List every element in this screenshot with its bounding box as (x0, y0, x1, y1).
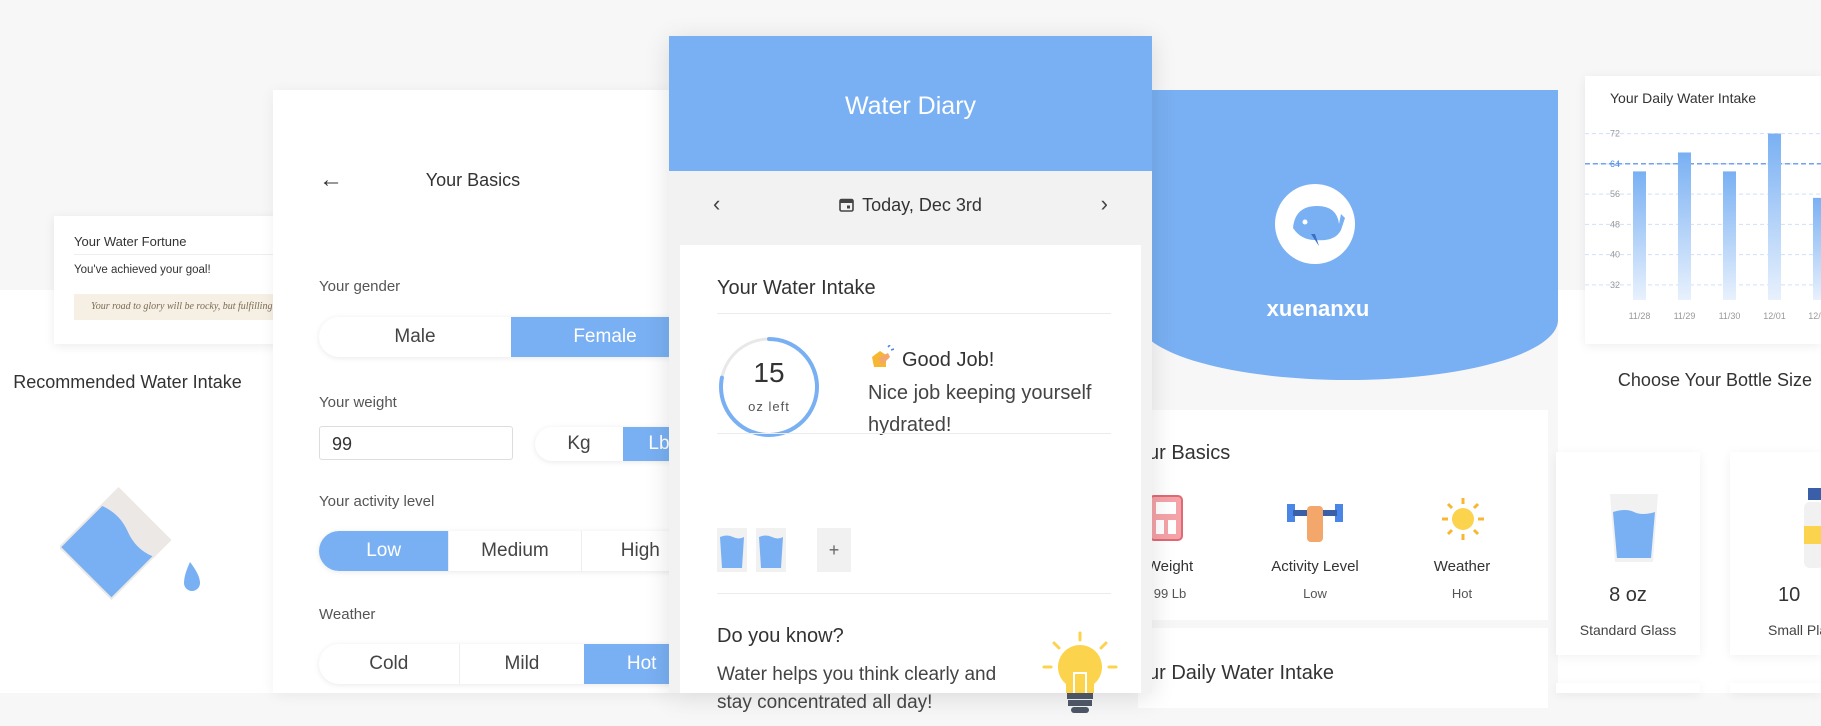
x-tick-label: 12/01 (1763, 311, 1786, 321)
x-tick-label: 12/02 (1808, 311, 1821, 321)
activity-label: Your activity level (319, 493, 435, 510)
glass-icon (1608, 492, 1660, 569)
fortune-message: You've achieved your goal! (74, 264, 211, 276)
daily-intake-bar-chart: 32404856647211/2811/2911/3012/0112/02 (1585, 129, 1821, 321)
profile-activity-value: Low (1303, 586, 1327, 601)
water-cup-icon[interactable] (756, 528, 786, 577)
activity-selector: Low Medium High (319, 531, 699, 571)
good-job-message: Nice job keeping yourself hydrated! (868, 382, 1092, 436)
weight-label: Your weight (319, 394, 397, 411)
calendar-icon (839, 198, 854, 212)
page-title: Your Basics (425, 170, 521, 190)
date-display[interactable]: Today, Dec 3rd (669, 195, 1152, 216)
diary-title: Water Diary (844, 92, 977, 120)
date-navigator: ‹ Today, Dec 3rd › (669, 171, 1152, 243)
gender-label: Your gender (319, 278, 401, 295)
gender-option-male[interactable]: Male (319, 317, 511, 357)
bar (1678, 152, 1691, 300)
water-intake-card: Your Water Intake 15 oz left Good Job! N… (680, 245, 1141, 713)
x-tick-label: 11/30 (1719, 311, 1741, 321)
date-text: Today, Dec 3rd (862, 195, 982, 215)
divider (717, 313, 1111, 314)
whale-icon (1293, 206, 1345, 246)
divider (717, 593, 1111, 594)
bar (1633, 171, 1646, 300)
your-basics-panel: ← Your Basics Your gender Male Female Yo… (273, 90, 699, 693)
oz-left-progress-ring: 15 oz left (717, 335, 821, 439)
pouring-glass-illustration (58, 480, 210, 610)
diary-header: Water Diary (669, 36, 1152, 171)
weather-option-mild[interactable]: Mild (460, 644, 585, 684)
divider (717, 433, 1111, 434)
bottle-option-standard-glass[interactable]: 8 oz Standard Glass (1556, 452, 1700, 655)
y-tick-label: 56 (1610, 189, 1620, 199)
water-diary-screen: Water Diary ‹ Today, Dec 3rd › Your Wate… (669, 36, 1152, 713)
daily-intake-summary-card: ur Daily Water Intake (1138, 628, 1548, 708)
light-bulb-icon (1040, 631, 1120, 726)
bar (1768, 133, 1781, 300)
bar (1813, 197, 1821, 300)
fortune-title: Your Water Fortune (74, 234, 187, 249)
next-day-chevron-icon[interactable]: › (1101, 191, 1108, 217)
bar (1723, 171, 1736, 300)
bottle-option-card[interactable] (1556, 683, 1700, 693)
bottle-size-name: Small Plas (1768, 622, 1821, 638)
unit-option-kg[interactable]: Kg (535, 427, 623, 461)
do-you-know-title: Do you know? (717, 625, 844, 647)
daily-water-intake-chart-card: Your Daily Water Intake 32 40 48 56 64 72 11/2… (1585, 76, 1821, 344)
fortune-quote: Your road to glory will be rocky, but fu… (74, 294, 292, 320)
username: xuenanxu (1266, 296, 1370, 321)
avatar[interactable] (1275, 184, 1355, 264)
basics-summary-title: ur Basics (1148, 442, 1231, 464)
sun-icon (1440, 496, 1486, 547)
bottle-size-value: 8 oz (1609, 584, 1647, 606)
clapping-hands-icon (872, 344, 895, 367)
weather-label: Weather (319, 606, 376, 623)
recommended-intake-title: Recommended Water Intake (13, 372, 242, 392)
oz-left-unit: oz left (748, 399, 790, 414)
daily-intake-summary-title: ur Daily Water Intake (1148, 662, 1334, 684)
y-tick-label: 40 (1610, 250, 1620, 260)
bottle-option-small-plastic[interactable]: 10 Small Plas (1730, 452, 1821, 655)
weather-selector: Cold Mild Hot (319, 644, 699, 684)
do-you-know-text: Water helps you think clearly and stay c… (717, 664, 997, 713)
dumbbell-icon (1285, 494, 1345, 549)
gender-selector: Male Female (319, 317, 699, 357)
x-tick-label: 11/28 (1629, 311, 1651, 321)
x-tick-label: 11/29 (1674, 311, 1696, 321)
profile-weather-value: Hot (1451, 586, 1473, 601)
weather-option-cold[interactable]: Cold (319, 644, 460, 684)
good-job-text: Good Job! (902, 349, 995, 371)
activity-option-medium[interactable]: Medium (448, 531, 582, 571)
intake-title: Your Water Intake (717, 277, 876, 299)
profile-weather-label: Weather (1433, 558, 1491, 575)
basics-summary-card: ur Basics Weight 99 Lb Activity Level Lo… (1138, 410, 1548, 620)
good-job-heading: Good Job! (868, 344, 995, 372)
bottle-size-value: 10 (1778, 584, 1801, 606)
water-cup-icon[interactable] (717, 528, 747, 577)
y-tick-label: 48 (1610, 219, 1620, 229)
bottle-size-title: Choose Your Bottle Size (1617, 370, 1813, 390)
scale-icon (1148, 494, 1184, 547)
profile-panel: xuenanxu ur Basics Weight 99 Lb Activity… (1138, 90, 1558, 708)
y-tick-label: 72 (1610, 129, 1620, 139)
divider (74, 254, 292, 255)
y-tick-label: 32 (1610, 280, 1620, 290)
bottle-option-card[interactable] (1730, 683, 1821, 693)
plastic-bottle-icon (1804, 488, 1821, 573)
profile-activity-label: Activity Level (1271, 558, 1359, 575)
add-cup-button[interactable]: + (817, 528, 851, 572)
activity-option-low[interactable]: Low (319, 531, 449, 571)
oz-left-value: 15 (753, 357, 785, 388)
bottle-size-name: Standard Glass (1579, 622, 1677, 638)
weight-input[interactable]: 99 (319, 426, 513, 460)
